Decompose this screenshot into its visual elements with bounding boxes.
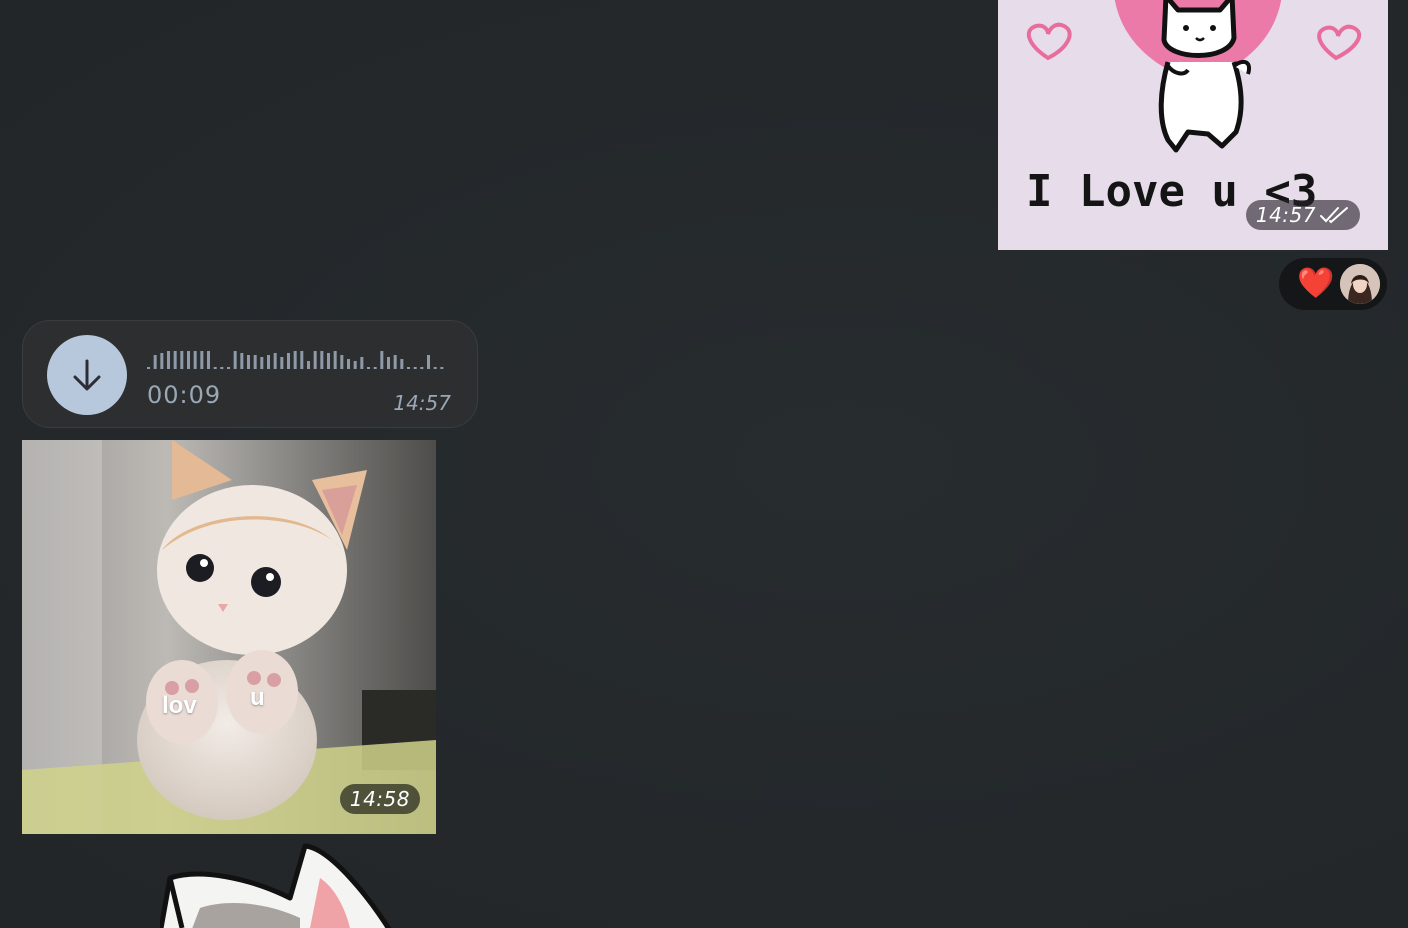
waveform-bar: [167, 351, 170, 369]
waveform-bar: [260, 357, 264, 369]
message-meta: 14:57: [1245, 200, 1360, 230]
waveform-bar: [393, 355, 397, 369]
message-reaction[interactable]: ❤️: [1279, 258, 1387, 310]
double-check-icon: [1320, 207, 1348, 224]
waveform-bar: [253, 355, 257, 369]
waveform-bar: [153, 355, 157, 369]
waveform-bar: [180, 351, 184, 369]
waveform-bar: [160, 353, 164, 369]
waveform-bar: [367, 367, 370, 369]
waveform-bar: [340, 355, 344, 369]
waveform-bar: [247, 355, 250, 369]
waveform-bar: [327, 353, 330, 369]
voice-message-bubble[interactable]: 00:09 14:57: [22, 320, 478, 428]
waveform-bar: [147, 367, 150, 369]
waveform-bar: [387, 357, 390, 369]
waveform-bar: [233, 351, 237, 369]
waveform-bar: [287, 353, 290, 369]
waveform-bar: [373, 367, 377, 369]
waveform-bar: [353, 361, 357, 369]
waveform-bar: [280, 357, 284, 369]
waveform-bar: [333, 351, 337, 369]
waveform-bar: [420, 367, 424, 369]
download-button[interactable]: [47, 335, 127, 415]
waveform-bar: [307, 361, 310, 369]
waveform-bar: [187, 351, 190, 369]
message-meta: 14:58: [339, 784, 420, 814]
overlay-word-u: u: [250, 684, 265, 711]
waveform-bar: [407, 367, 410, 369]
kitten-image-message[interactable]: lov u 14:58: [22, 440, 436, 834]
waveform-bar: [213, 367, 217, 369]
message-time: 14:57: [1255, 203, 1316, 227]
waveform-bar: [227, 367, 230, 369]
waveform-bar: [347, 359, 350, 369]
waveform-bar: [267, 355, 270, 369]
waveform-bar: [193, 351, 197, 369]
waveform-bar: [220, 367, 224, 369]
message-time: 14:58: [349, 787, 410, 811]
waveform-bar: [427, 355, 430, 369]
waveform-bar: [313, 351, 317, 369]
waveform-bar: [400, 359, 404, 369]
waveform-bar: [273, 353, 277, 369]
waveform-bar: [300, 351, 304, 369]
outgoing-image-message[interactable]: I Love u <3 14:57: [998, 0, 1388, 250]
waveform-bar: [293, 351, 297, 369]
overlay-word-lov: lov: [162, 692, 197, 719]
kitten-photo: [22, 440, 436, 834]
waveform-bar: [433, 367, 437, 369]
waveform-bar: [413, 367, 417, 369]
voice-waveform[interactable]: [147, 347, 447, 371]
waveform-bar: [240, 353, 244, 369]
heart-icon: ❤️: [1297, 266, 1335, 301]
waveform-bar: [440, 367, 444, 369]
waveform-bar: [207, 351, 210, 369]
cat-sticker[interactable]: [160, 838, 400, 928]
waveform-bar: [173, 351, 177, 369]
voice-duration: 00:09: [147, 381, 222, 409]
waveform-bar: [200, 351, 204, 369]
message-time: 14:57: [393, 391, 451, 415]
download-arrow-icon: [73, 359, 101, 391]
chat-area: I Love u <3 14:57 ❤️ 00:09 14:57 lov u 1…: [0, 0, 1408, 928]
user-avatar: [1340, 264, 1380, 304]
waveform-bar: [380, 351, 384, 369]
waveform-bar: [360, 357, 364, 369]
waveform-bar: [320, 351, 324, 369]
